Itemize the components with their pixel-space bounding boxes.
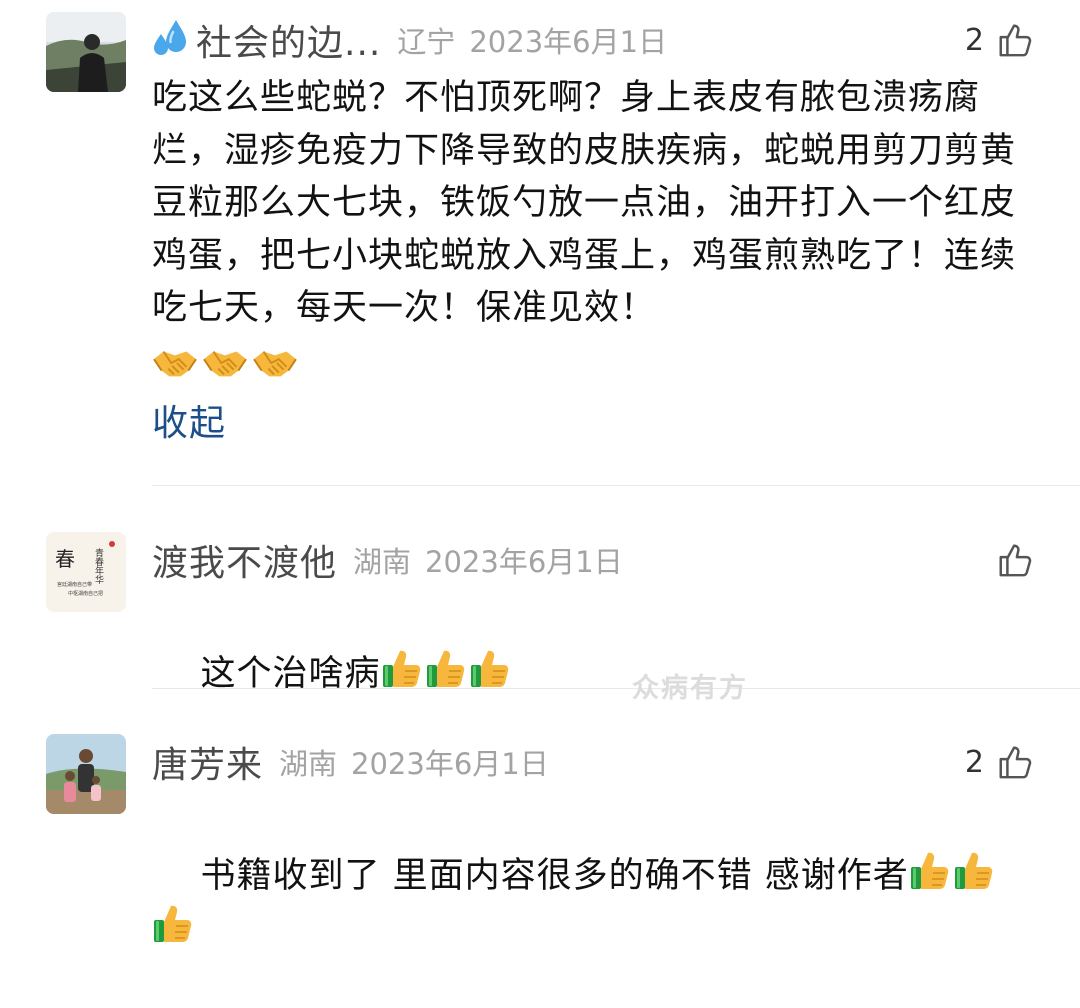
- thumbs-up-emoji-icon: [909, 849, 953, 893]
- comment-item: 社会的边... 辽宁 2023年6月1日 2 吃这么些蛇蜕？不怕顶死啊？身上表皮…: [0, 0, 1080, 480]
- location: 辽宁: [397, 25, 456, 59]
- avatar-side-text: 青春年华: [93, 547, 104, 585]
- avatar[interactable]: 春 青春年华 宫廷湖南自己带 中枢湖南自己把: [46, 532, 126, 612]
- like-button[interactable]: [984, 538, 1034, 582]
- date: 2023年6月1日: [469, 25, 668, 59]
- divider: [152, 688, 1080, 689]
- comment-meta: 渡我不渡他 湖南 2023年6月1日: [152, 532, 623, 588]
- location: 湖南: [279, 747, 338, 781]
- avatar-caption-line1: 宫廷湖南自己带: [57, 581, 92, 588]
- comment-item: 春 青春年华 宫廷湖南自己带 中枢湖南自己把 渡我不渡他 湖南 2023年6月1…: [0, 520, 1080, 694]
- thumbs-up-outline-icon: [996, 541, 1034, 579]
- like-count: 2: [964, 22, 984, 58]
- watermark: 众病有方: [632, 673, 748, 704]
- emoji-row: [152, 342, 298, 384]
- like-count: 2: [964, 744, 984, 780]
- avatar[interactable]: [46, 734, 126, 814]
- comment-text-content: 书籍收到了 里面内容很多的确不错 感谢作者: [200, 855, 909, 896]
- thumbs-up-emoji-icon: [469, 647, 513, 691]
- username[interactable]: 社会的边...: [196, 14, 381, 66]
- thumbs-up-outline-icon: [996, 21, 1034, 59]
- divider: [152, 485, 1080, 486]
- comment-text: 书籍收到了 里面内容很多的确不错 感谢作者: [152, 796, 1037, 1008]
- sweat-droplets-icon: [152, 18, 190, 62]
- thumbs-up-outline-icon: [996, 743, 1034, 781]
- thumbs-up-emoji-icon: [953, 849, 997, 893]
- thumbs-up-emoji-icon: [381, 647, 425, 691]
- avatar[interactable]: [46, 12, 126, 92]
- handshake-emoji-icon: [152, 342, 198, 384]
- like-button[interactable]: 2: [965, 740, 1034, 784]
- thumbs-up-emoji-icon: [152, 902, 196, 946]
- comment-meta: 社会的边... 辽宁 2023年6月1日: [152, 12, 667, 68]
- avatar-char: 春: [55, 547, 75, 571]
- username[interactable]: 渡我不渡他: [152, 534, 337, 586]
- location: 湖南: [353, 545, 412, 579]
- comment-item: 唐芳来 湖南 2023年6月1日 2 书籍收到了 里面内容很多的确不错 感谢作者: [0, 722, 1080, 922]
- date: 2023年6月1日: [351, 747, 549, 781]
- thumbs-up-emoji-icon: [425, 647, 469, 691]
- handshake-emoji-icon: [252, 342, 298, 384]
- collapse-link[interactable]: 收起: [152, 394, 226, 446]
- date: 2023年6月1日: [425, 545, 623, 579]
- like-button[interactable]: 2: [965, 18, 1034, 62]
- comment-text: 吃这么些蛇蜕？不怕顶死啊？身上表皮有脓包溃疡腐烂，湿疹免疫力下降导致的皮肤疾病，…: [152, 78, 1017, 328]
- comment-meta: 唐芳来 湖南 2023年6月1日: [152, 734, 549, 790]
- username[interactable]: 唐芳来: [152, 736, 263, 788]
- handshake-emoji-icon: [202, 342, 248, 384]
- avatar-caption-line2: 中枢湖南自己把: [68, 590, 103, 597]
